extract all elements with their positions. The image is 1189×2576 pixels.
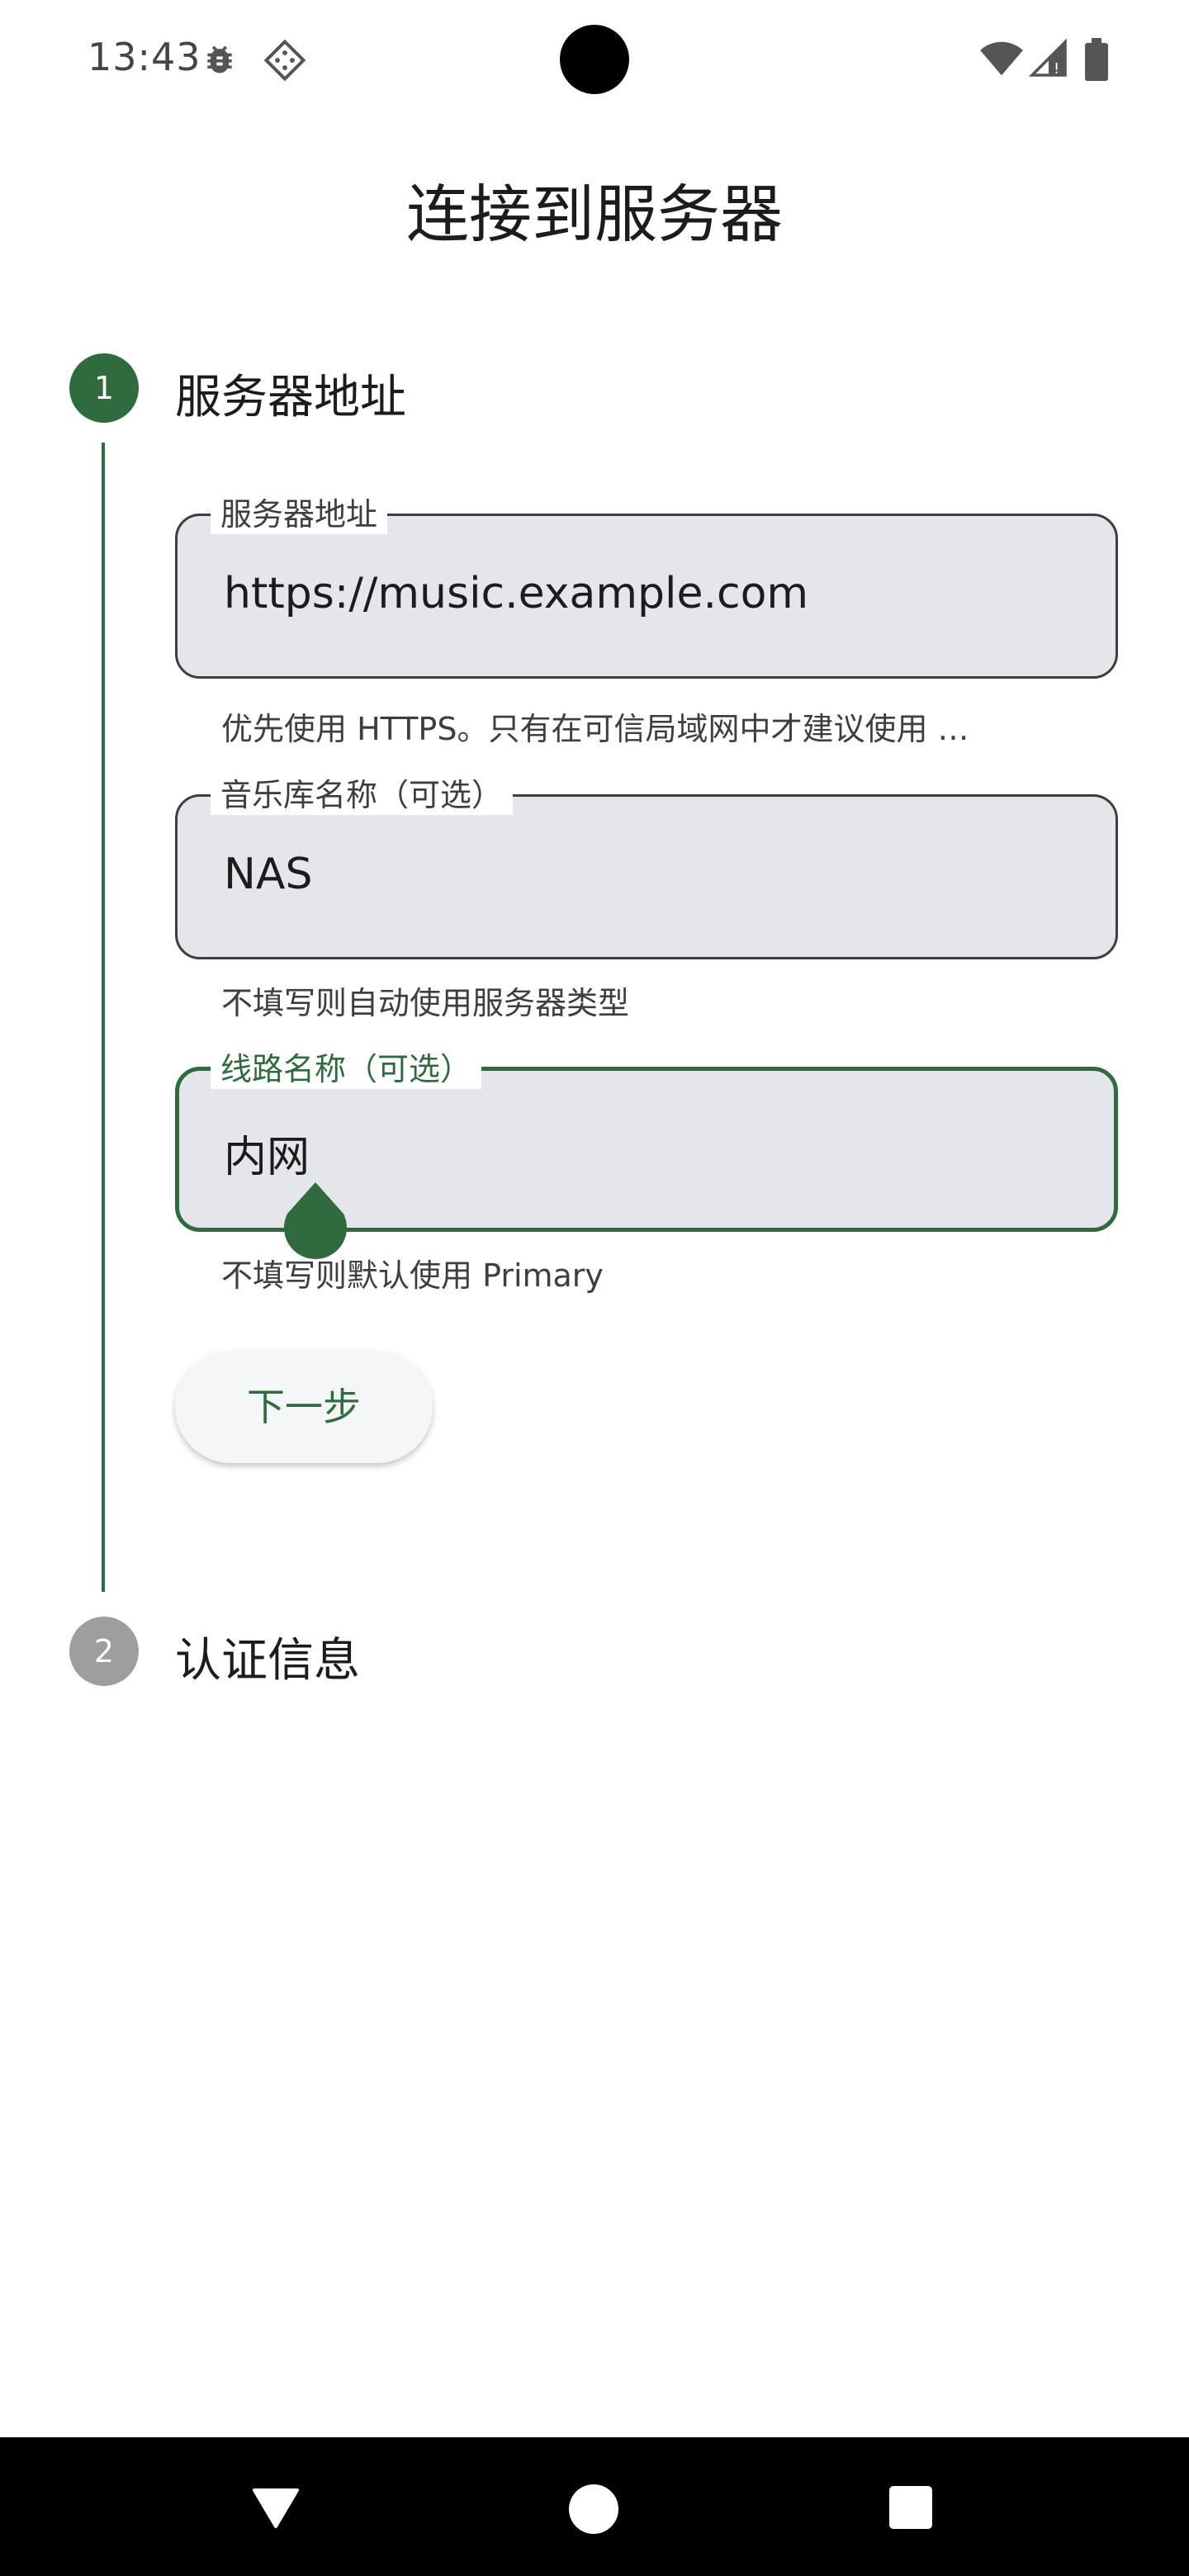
server-address-input[interactable]: https://music.example.com xyxy=(224,569,808,618)
svg-text:!: ! xyxy=(1054,60,1059,78)
server-address-field[interactable]: 服务器地址 https://music.example.com xyxy=(175,495,1118,679)
route-name-input[interactable]: 内网 xyxy=(224,1122,310,1184)
library-name-field[interactable]: 音乐库名称（可选） NAS xyxy=(175,775,1118,959)
server-address-helper: 优先使用 HTTPS。只有在可信局域网中才建议使用 … xyxy=(221,711,969,747)
wifi-icon xyxy=(980,41,1023,76)
screen: 13:43 ! 连接到服务器 1 服务器地址 服务器地址 https://mus… xyxy=(0,0,1189,2576)
camera-cutout xyxy=(560,25,629,94)
step-2-title[interactable]: 认证信息 xyxy=(175,1623,360,1690)
recents-icon[interactable] xyxy=(888,2485,933,2530)
status-bar: 13:43 ! xyxy=(0,0,1189,119)
text-cursor-handle[interactable] xyxy=(284,1182,347,1262)
navigation-bar xyxy=(0,2437,1189,2576)
page-title: 连接到服务器 xyxy=(406,178,783,251)
back-icon[interactable] xyxy=(251,2487,301,2530)
library-name-input[interactable]: NAS xyxy=(224,850,312,899)
library-name-helper: 不填写则自动使用服务器类型 xyxy=(221,985,630,1021)
bug-icon xyxy=(207,45,232,73)
step-1-title[interactable]: 服务器地址 xyxy=(175,360,406,427)
route-name-helper: 不填写则默认使用 Primary xyxy=(221,1257,604,1294)
pad-icon xyxy=(263,39,306,82)
step-2-indicator[interactable]: 2 xyxy=(69,1617,139,1686)
step-connector-line xyxy=(102,443,105,1592)
server-address-label: 服务器地址 xyxy=(211,495,388,534)
library-name-label: 音乐库名称（可选） xyxy=(211,775,514,815)
status-time: 13:43 xyxy=(88,35,201,79)
home-icon[interactable] xyxy=(568,2484,619,2535)
route-name-label: 线路名称（可选） xyxy=(211,1049,482,1089)
battery-icon xyxy=(1085,38,1108,81)
step-1-indicator[interactable]: 1 xyxy=(69,353,139,423)
next-button[interactable]: 下一步 xyxy=(175,1351,433,1463)
signal-icon: ! xyxy=(1029,38,1067,78)
